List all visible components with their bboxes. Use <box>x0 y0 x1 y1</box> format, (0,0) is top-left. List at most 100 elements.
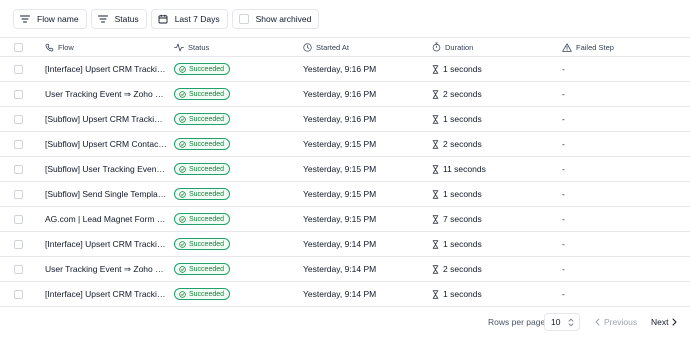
filter-lines-icon <box>20 15 30 23</box>
flow-name[interactable]: [Subflow] User Tracking Event ⇒ CRM <box>45 164 167 175</box>
status-badge: Succeeded <box>174 138 231 150</box>
phone-flow-icon <box>45 43 54 51</box>
failed-step-cell: - <box>562 82 565 106</box>
flow-name[interactable]: [Interface] Upsert CRM Tracking Event <box>45 289 167 299</box>
select-all-checkbox[interactable] <box>14 42 23 52</box>
runs-table: Flow Status Started At Duration Failed S… <box>0 37 690 307</box>
show-archived-checkbox[interactable] <box>238 14 249 24</box>
row-checkbox-cell <box>14 257 23 281</box>
next-page-button[interactable]: Next <box>651 317 677 327</box>
flow-name[interactable]: [Subflow] Upsert CRM Contact Record <box>45 139 167 149</box>
flow-cell: [Subflow] Send Single Templated Email <box>45 182 167 206</box>
status-badge: Succeeded <box>174 213 231 225</box>
status-cell: Succeeded <box>174 132 231 156</box>
calendar-icon <box>158 14 168 24</box>
row-checkbox[interactable] <box>14 164 23 174</box>
row-checkbox[interactable] <box>14 89 23 99</box>
header-flow[interactable]: Flow <box>45 38 74 56</box>
flow-cell: [Interface] Upsert CRM Tracking Event <box>45 57 167 81</box>
table-row[interactable]: [Subflow] Send Single Templated Email Suc… <box>0 182 690 207</box>
duration: 1 seconds <box>443 189 482 199</box>
show-archived-toggle[interactable]: Show archived <box>231 9 320 29</box>
status-badge: Succeeded <box>174 63 231 75</box>
status-cell: Succeeded <box>174 207 231 231</box>
status-cell: Succeeded <box>174 82 231 106</box>
status-badge: Succeeded <box>174 288 231 300</box>
table-row[interactable]: User Tracking Event ⇒ Zoho CRM Succeeded Y… <box>0 257 690 282</box>
pagination: Rows per page 10 Previous Next <box>0 313 690 331</box>
table-header-row: Flow Status Started At Duration Failed S… <box>0 37 690 57</box>
header-checkbox-cell <box>14 38 23 56</box>
table-row[interactable]: [Subflow] User Tracking Event ⇒ CRM Succe… <box>0 157 690 182</box>
hourglass-icon <box>432 289 439 299</box>
show-archived-label: Show archived <box>255 14 312 24</box>
flow-cell: [Interface] Upsert CRM Tracking Event <box>45 232 167 256</box>
row-checkbox[interactable] <box>14 214 23 224</box>
hourglass-icon <box>432 89 439 99</box>
row-checkbox[interactable] <box>14 139 23 149</box>
rows-per-page-select[interactable]: 10 <box>544 313 580 331</box>
failed-step: - <box>562 139 565 149</box>
row-checkbox-cell <box>14 207 23 231</box>
table-row[interactable]: [Subflow] Upsert CRM Tracking Event Succe… <box>0 107 690 132</box>
status-label: Succeeded <box>189 140 225 148</box>
status-badge: Succeeded <box>174 113 231 125</box>
check-circle-icon <box>179 65 186 73</box>
check-circle-icon <box>179 290 186 298</box>
previous-page-button[interactable]: Previous <box>595 317 637 327</box>
table-row[interactable]: AG.com | Lead Magnet Form ⇒ Zoho CRM Succ… <box>0 207 690 232</box>
check-circle-icon <box>179 190 186 198</box>
row-checkbox[interactable] <box>14 289 23 299</box>
table-row[interactable]: [Interface] Upsert CRM Tracking Event Suc… <box>0 57 690 82</box>
duration: 2 seconds <box>443 89 482 99</box>
duration: 1 seconds <box>443 239 482 249</box>
header-duration-label: Duration <box>445 42 474 52</box>
date-range-filter-button[interactable]: Last 7 Days <box>150 9 228 29</box>
check-circle-icon <box>179 240 186 248</box>
flow-name[interactable]: [Subflow] Send Single Templated Email <box>45 189 167 199</box>
flow-name[interactable]: [Interface] Upsert CRM Tracking Event <box>45 239 167 249</box>
failed-step-cell: - <box>562 157 565 181</box>
flow-name[interactable]: [Subflow] Upsert CRM Tracking Event <box>45 114 167 124</box>
row-checkbox[interactable] <box>14 114 23 124</box>
check-circle-icon <box>179 90 186 98</box>
started-at: Yesterday, 9:16 PM <box>303 89 377 99</box>
chevron-left-icon <box>595 318 600 326</box>
duration: 2 seconds <box>443 139 482 149</box>
table-row[interactable]: User Tracking Event ⇒ Zoho CRM Succeeded Y… <box>0 82 690 107</box>
row-checkbox[interactable] <box>14 64 23 74</box>
flow-name[interactable]: User Tracking Event ⇒ Zoho CRM <box>45 89 167 100</box>
header-duration[interactable]: Duration <box>432 38 473 56</box>
failed-step: - <box>562 114 565 124</box>
started-at-cell: Yesterday, 9:14 PM <box>303 282 376 306</box>
status-badge: Succeeded <box>174 163 231 175</box>
table-row[interactable]: [Subflow] Upsert CRM Contact Record Succe… <box>0 132 690 157</box>
row-checkbox-cell <box>14 82 23 106</box>
header-started-at[interactable]: Started At <box>303 38 349 56</box>
table-row[interactable]: [Interface] Upsert CRM Tracking Event Suc… <box>0 232 690 257</box>
clock-icon <box>303 42 312 52</box>
flow-name[interactable]: [Interface] Upsert CRM Tracking Event <box>45 64 167 74</box>
flow-name[interactable]: AG.com | Lead Magnet Form ⇒ Zoho CRM <box>45 214 167 225</box>
row-checkbox-cell <box>14 182 23 206</box>
header-status[interactable]: Status <box>174 38 209 56</box>
failed-step-cell: - <box>562 132 565 156</box>
duration: 2 seconds <box>443 264 482 274</box>
header-status-label: Status <box>188 42 210 52</box>
flow-name-filter-button[interactable]: Flow name <box>13 9 87 29</box>
check-circle-icon <box>179 265 186 273</box>
hourglass-icon <box>432 189 439 199</box>
failed-step-cell: - <box>562 232 565 256</box>
failed-step-cell: - <box>562 57 565 81</box>
failed-step-cell: - <box>562 257 565 281</box>
header-failed-step[interactable]: Failed Step <box>562 38 614 56</box>
started-at: Yesterday, 9:14 PM <box>303 264 377 274</box>
flow-name[interactable]: User Tracking Event ⇒ Zoho CRM <box>45 264 167 275</box>
row-checkbox[interactable] <box>14 189 23 199</box>
status-filter-button[interactable]: Status <box>90 9 147 29</box>
row-checkbox[interactable] <box>14 239 23 249</box>
status-label: Succeeded <box>189 265 225 273</box>
row-checkbox[interactable] <box>14 264 23 274</box>
header-failed-step-label: Failed Step <box>576 42 614 52</box>
table-row[interactable]: [Interface] Upsert CRM Tracking Event Suc… <box>0 282 690 307</box>
